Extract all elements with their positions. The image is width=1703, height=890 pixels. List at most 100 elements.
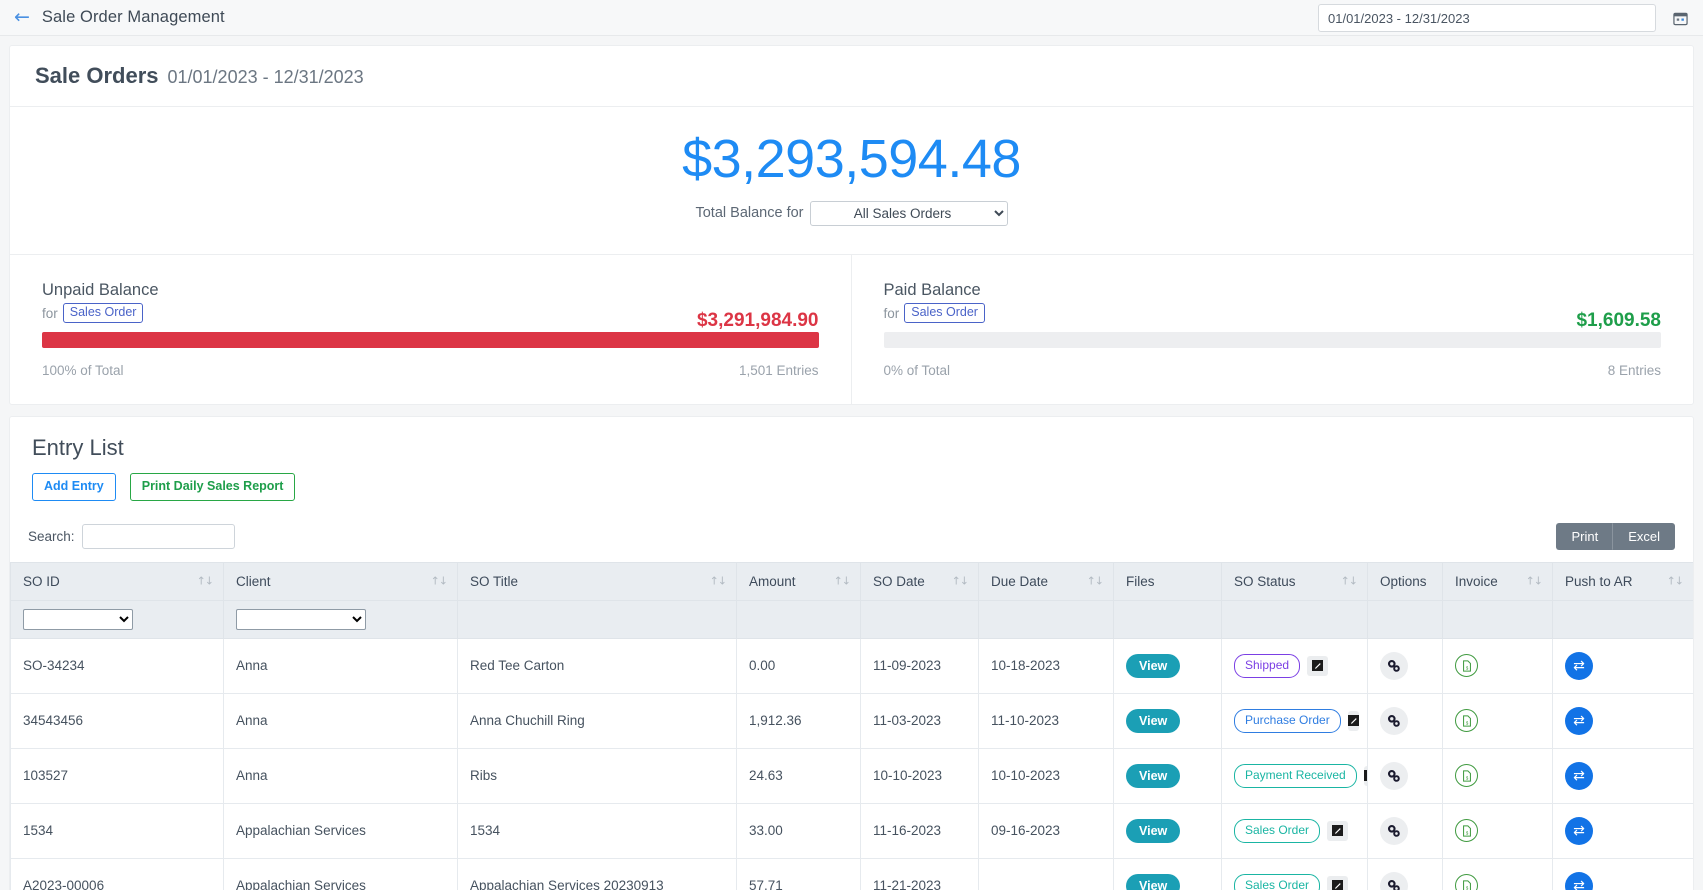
- unpaid-entries-count: 1,501 Entries: [738, 363, 819, 379]
- cell-so-status: Shipped: [1221, 638, 1368, 694]
- filter-select-so-id[interactable]: [23, 608, 133, 630]
- view-files-button[interactable]: View: [1126, 818, 1181, 844]
- column-header-amount[interactable]: Amount ↑↓: [736, 561, 861, 601]
- cell-so-id: 34543456: [10, 693, 224, 749]
- unpaid-balance-title: Unpaid Balance: [42, 280, 159, 299]
- cell-push-to-ar: ⇄: [1552, 858, 1693, 890]
- cell-files: View: [1113, 638, 1222, 694]
- status-badge[interactable]: Sales Order: [1234, 873, 1321, 890]
- cell-invoice: $: [1442, 748, 1553, 804]
- sort-icon: ↑↓: [1525, 574, 1543, 588]
- column-header-invoice[interactable]: Invoice ↑↓: [1442, 561, 1553, 601]
- gears-icon[interactable]: [1380, 706, 1408, 735]
- edit-status-icon[interactable]: [1327, 820, 1349, 841]
- invoice-file-icon[interactable]: $: [1455, 654, 1478, 678]
- gears-icon[interactable]: [1380, 816, 1408, 845]
- cell-options: [1367, 638, 1443, 694]
- transfer-arrows-icon[interactable]: ⇄: [1565, 706, 1593, 735]
- column-label: Due Date: [991, 573, 1049, 589]
- view-files-button[interactable]: View: [1126, 708, 1181, 734]
- cell-so-status: Sales Order: [1221, 858, 1368, 890]
- column-header-files[interactable]: Files: [1113, 561, 1222, 601]
- cell-so-title: Anna Chuchill Ring: [457, 693, 737, 749]
- cell-client: Anna: [223, 638, 458, 694]
- paid-balance-type-chip[interactable]: Sales Order: [904, 302, 985, 324]
- cell-so-id: 1534: [10, 803, 224, 859]
- print-daily-sales-report-button[interactable]: Print Daily Sales Report: [129, 473, 296, 501]
- status-badge[interactable]: Sales Order: [1234, 818, 1321, 844]
- cell-files: View: [1113, 693, 1222, 749]
- view-files-button[interactable]: View: [1126, 763, 1181, 789]
- column-header-so-status[interactable]: SO Status ↑↓: [1221, 561, 1368, 601]
- status-badge[interactable]: Payment Received: [1234, 763, 1357, 789]
- unpaid-balance-type-chip[interactable]: Sales Order: [62, 302, 144, 324]
- gears-icon[interactable]: [1380, 651, 1408, 680]
- sort-icon: ↑↓: [709, 574, 727, 588]
- cell-so-date: 11-21-2023: [860, 858, 979, 890]
- table-row[interactable]: 103527 Anna Ribs 24.63 10-10-2023 10-10-…: [10, 748, 1693, 804]
- top-bar: ← Sale Order Management: [0, 0, 1703, 36]
- view-files-button[interactable]: View: [1126, 873, 1181, 890]
- cell-so-date: 11-09-2023: [860, 638, 979, 694]
- date-range-input[interactable]: [1318, 4, 1656, 32]
- column-header-client[interactable]: Client ↑↓: [223, 561, 458, 601]
- total-balance-selector-row: Total Balance for All Sales Orders: [10, 200, 1693, 226]
- cell-due-date: [978, 858, 1114, 890]
- search-input[interactable]: [81, 523, 235, 549]
- paid-for-label: for: [883, 305, 900, 321]
- transfer-arrows-icon[interactable]: ⇄: [1565, 651, 1593, 680]
- transfer-arrows-icon[interactable]: ⇄: [1565, 816, 1593, 845]
- column-header-options[interactable]: Options: [1367, 561, 1443, 601]
- table-row[interactable]: A2023-00006 Appalachian Services Appalac…: [10, 858, 1693, 890]
- cell-files: View: [1113, 748, 1222, 804]
- edit-status-icon[interactable]: [1307, 655, 1329, 676]
- column-header-push-to-ar[interactable]: Push to AR ↑↓: [1552, 561, 1693, 601]
- entry-table-body: SO-34234 Anna Red Tee Carton 0.00 11-09-…: [10, 638, 1693, 890]
- paid-balance-title: Paid Balance: [883, 280, 981, 299]
- table-row[interactable]: 1534 Appalachian Services 1534 33.00 11-…: [10, 803, 1693, 859]
- total-balance-scope-select[interactable]: All Sales Orders: [809, 200, 1008, 226]
- entry-list-header: Entry List Add Entry Print Daily Sales R…: [10, 417, 1693, 501]
- status-badge[interactable]: Shipped: [1234, 653, 1301, 679]
- invoice-file-icon[interactable]: $: [1455, 764, 1478, 788]
- status-badge[interactable]: Purchase Order: [1234, 708, 1341, 734]
- filter-select-client[interactable]: [236, 608, 366, 630]
- transfer-arrows-icon[interactable]: ⇄: [1565, 761, 1593, 790]
- paid-balance-for-row: for Sales Order: [883, 302, 985, 324]
- column-header-so-id[interactable]: SO ID ↑↓: [10, 561, 224, 601]
- column-label: Amount: [749, 573, 796, 589]
- filter-cell-so-status: [1221, 599, 1368, 639]
- edit-status-icon[interactable]: [1363, 765, 1367, 786]
- balances-row: Unpaid Balance for Sales Order $3,291,98…: [10, 254, 1693, 405]
- excel-button[interactable]: Excel: [1613, 522, 1675, 550]
- calendar-icon[interactable]: [1667, 4, 1693, 32]
- column-header-so-title[interactable]: SO Title ↑↓: [457, 561, 737, 601]
- paid-balance-amount: $1,609.58: [1576, 310, 1661, 332]
- gears-icon[interactable]: [1380, 761, 1408, 790]
- gears-icon[interactable]: [1380, 871, 1408, 890]
- column-label: Push to AR: [1565, 573, 1633, 589]
- cell-so-title: Ribs: [457, 748, 737, 804]
- column-header-so-date[interactable]: SO Date ↑↓: [860, 561, 979, 601]
- transfer-arrows-icon[interactable]: ⇄: [1565, 871, 1593, 890]
- cell-amount: 33.00: [736, 803, 861, 859]
- column-label: Invoice: [1455, 573, 1498, 589]
- edit-status-icon[interactable]: [1327, 875, 1349, 890]
- print-button[interactable]: Print: [1556, 522, 1614, 550]
- edit-status-icon[interactable]: [1347, 710, 1359, 731]
- cell-push-to-ar: ⇄: [1552, 748, 1693, 804]
- column-header-due-date[interactable]: Due Date ↑↓: [978, 561, 1114, 601]
- table-row[interactable]: 34543456 Anna Anna Chuchill Ring 1,912.3…: [10, 693, 1693, 749]
- view-files-button[interactable]: View: [1126, 653, 1181, 679]
- invoice-file-icon[interactable]: $: [1455, 709, 1478, 733]
- entry-table-scroll[interactable]: SO ID ↑↓ Client ↑↓ SO Title ↑↓ Amount ↑↓…: [10, 561, 1693, 890]
- invoice-file-icon[interactable]: $: [1455, 874, 1478, 890]
- sale-orders-header: Sale Orders 01/01/2023 - 12/31/2023: [10, 46, 1693, 107]
- cell-so-title: Appalachian Services 20230913: [457, 858, 737, 890]
- table-row[interactable]: SO-34234 Anna Red Tee Carton 0.00 11-09-…: [10, 638, 1693, 694]
- unpaid-balance-progress: [42, 332, 819, 349]
- back-arrow-icon[interactable]: ←: [14, 8, 30, 27]
- invoice-file-icon[interactable]: $: [1455, 819, 1478, 843]
- add-entry-button[interactable]: Add Entry: [32, 473, 116, 501]
- sort-icon: ↑↓: [196, 574, 214, 588]
